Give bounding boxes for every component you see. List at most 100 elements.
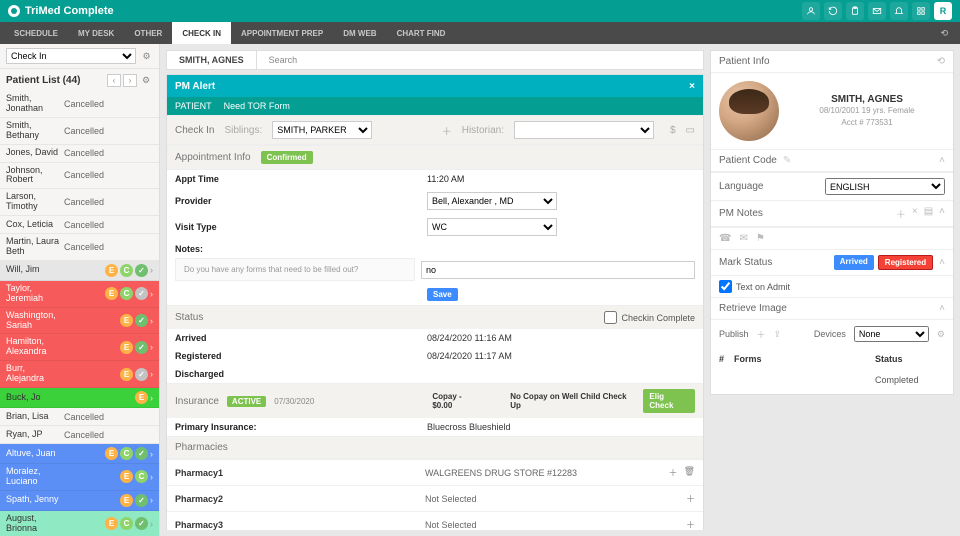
status-badge: ✓ — [135, 314, 148, 327]
chevron-up-icon[interactable]: ˄ — [939, 155, 945, 166]
nav-tab-chart-find[interactable]: CHART FIND — [387, 22, 456, 44]
patient-row[interactable]: Taylor, JeremiahEC✓› — [0, 281, 159, 308]
patient-row[interactable]: Smith, JonathanCancelled — [0, 91, 159, 118]
gear-icon[interactable]: ⚙ — [937, 329, 945, 340]
patient-row[interactable]: Hamilton, AlexandraE✓› — [0, 334, 159, 361]
pm-alert-sub: PATIENT Need TOR Form — [167, 97, 703, 115]
gear-icon[interactable]: ⚙ — [139, 73, 153, 87]
close-icon[interactable]: × — [912, 206, 918, 221]
chevron-right-icon: › — [150, 316, 153, 326]
appt-header: Appointment Info Confirmed — [167, 145, 703, 170]
chevron-right-icon: › — [150, 342, 153, 352]
status-badge: E — [120, 368, 133, 381]
checkin-complete-checkbox[interactable]: Checkin Complete — [604, 311, 695, 324]
patient-row[interactable]: August, BrionnaEC✓› — [0, 511, 159, 536]
upload-icon[interactable]: ⇪ — [774, 329, 782, 340]
mail-icon[interactable]: ✉ — [739, 233, 747, 244]
close-icon[interactable]: × — [689, 81, 695, 92]
clipboard-icon[interactable] — [846, 2, 864, 20]
bell-icon[interactable] — [890, 2, 908, 20]
plus-icon[interactable]: ＋ — [686, 518, 695, 530]
user-avatar-badge[interactable]: R — [934, 2, 952, 20]
patient-row[interactable]: Burr, AlejandraE✓› — [0, 361, 159, 388]
nav-tab-appointment-prep[interactable]: APPOINTMENT PREP — [231, 22, 333, 44]
patient-row[interactable]: Martin, Laura BethCancelled — [0, 234, 159, 261]
siblings-select[interactable]: SMITH, PARKER — [272, 121, 372, 139]
nav-tab-dm-web[interactable]: DM WEB — [333, 22, 386, 44]
plus-icon[interactable]: ＋ — [686, 492, 695, 505]
patient-name: SMITH, AGNES — [789, 94, 945, 105]
tab-patient[interactable]: SMITH, AGNES — [167, 50, 257, 70]
provider-select[interactable]: Bell, Alexander , MD — [427, 192, 557, 210]
money-icon[interactable]: $ — [670, 125, 676, 136]
nav-tab-check-in[interactable]: CHECK IN — [172, 22, 231, 44]
arrived-time: 08/24/2020 11:16 AM — [427, 333, 512, 343]
status-badge: E — [105, 287, 118, 300]
language-select[interactable]: ENGLISH — [825, 178, 945, 195]
status-badge: ✓ — [135, 264, 148, 277]
nav-tab-my-desk[interactable]: MY DESK — [68, 22, 124, 44]
registered-button[interactable]: Registered — [878, 255, 933, 270]
historian-select[interactable] — [514, 121, 654, 139]
next-button[interactable]: › — [123, 74, 137, 87]
chevron-up-icon[interactable]: ˄ — [939, 257, 945, 268]
patient-list: Smith, JonathanCancelledSmith, BethanyCa… — [0, 91, 159, 536]
undo-icon[interactable] — [824, 2, 842, 20]
text-on-admit-checkbox[interactable]: Text on Admit — [711, 276, 953, 297]
patient-row[interactable]: Larson, TimothyCancelled — [0, 189, 159, 216]
patient-row[interactable]: Washington, SariahE✓› — [0, 308, 159, 335]
elig-check-button[interactable]: Elig Check — [643, 389, 695, 413]
chevron-right-icon: › — [150, 369, 153, 379]
plus-icon[interactable]: ＋ — [896, 206, 906, 221]
add-icon[interactable]: ＋ — [442, 123, 452, 138]
patient-row[interactable]: Jones, DavidCancelled — [0, 145, 159, 163]
chevron-up-icon[interactable]: ˄ — [939, 206, 945, 221]
phone-icon[interactable]: ☎ — [719, 233, 731, 244]
nav-tab-schedule[interactable]: SCHEDULE — [4, 22, 68, 44]
nav-tab-other[interactable]: OTHER — [124, 22, 172, 44]
status-badge: ✓ — [135, 287, 148, 300]
pm-alert-msg: Need TOR Form — [224, 101, 290, 111]
save-button[interactable]: Save — [427, 288, 458, 301]
arrived-button[interactable]: Arrived — [834, 255, 874, 270]
flag-icon[interactable]: ⚑ — [756, 233, 765, 244]
status-badge: E — [105, 447, 118, 460]
patient-row[interactable]: Moralez, LucianoEC› — [0, 464, 159, 491]
user-icon[interactable] — [802, 2, 820, 20]
visit-type-select[interactable]: WC — [427, 218, 557, 236]
checkin-header: Check In Siblings: SMITH, PARKER ＋ Histo… — [167, 115, 703, 145]
status-badge: E — [105, 264, 118, 277]
refresh-icon[interactable]: ⟲ — [932, 28, 956, 39]
patient-row[interactable]: Cox, LeticiaCancelled — [0, 216, 159, 234]
plus-icon[interactable]: ＋ — [669, 466, 678, 479]
mail-icon[interactable] — [868, 2, 886, 20]
patient-row[interactable]: Johnson, RobertCancelled — [0, 163, 159, 190]
edit-icon[interactable]: ✎ — [783, 155, 791, 166]
patient-row[interactable]: Will, JimEC✓› — [0, 261, 159, 281]
refresh-icon[interactable]: ⟲ — [937, 56, 945, 67]
list-icon[interactable]: ▤ — [924, 206, 933, 221]
patient-row[interactable]: Buck, JoE› — [0, 388, 159, 408]
card-icon[interactable]: ▭ — [686, 125, 695, 136]
trash-icon[interactable]: 🗑 — [684, 466, 695, 479]
patient-row[interactable]: Smith, BethanyCancelled — [0, 118, 159, 145]
view-select[interactable]: Check In — [6, 48, 136, 64]
gear-icon[interactable]: ⚙ — [140, 49, 153, 63]
patient-row[interactable]: Brian, LisaCancelled — [0, 408, 159, 426]
patient-row[interactable]: Altuve, JuanEC✓› — [0, 444, 159, 464]
chevron-up-icon[interactable]: ˄ — [939, 303, 945, 314]
grid-icon[interactable] — [912, 2, 930, 20]
pm-alert-header: PM Alert × — [167, 75, 703, 97]
pm-note-icons: ☎ ✉ ⚑ — [711, 227, 953, 249]
devices-select[interactable]: None — [854, 326, 929, 342]
notes-answer-input[interactable] — [421, 261, 695, 279]
status-badge: E — [120, 470, 133, 483]
chevron-right-icon: › — [150, 519, 153, 529]
patient-row[interactable]: Ryan, JPCancelled — [0, 426, 159, 444]
plus-icon[interactable]: ＋ — [757, 328, 766, 341]
prev-button[interactable]: ‹ — [107, 74, 121, 87]
status-badge: C — [120, 287, 133, 300]
pm-alert-title: PM Alert — [175, 81, 215, 92]
tab-search[interactable]: Search — [257, 50, 310, 70]
patient-row[interactable]: Spath, JennyE✓› — [0, 491, 159, 511]
